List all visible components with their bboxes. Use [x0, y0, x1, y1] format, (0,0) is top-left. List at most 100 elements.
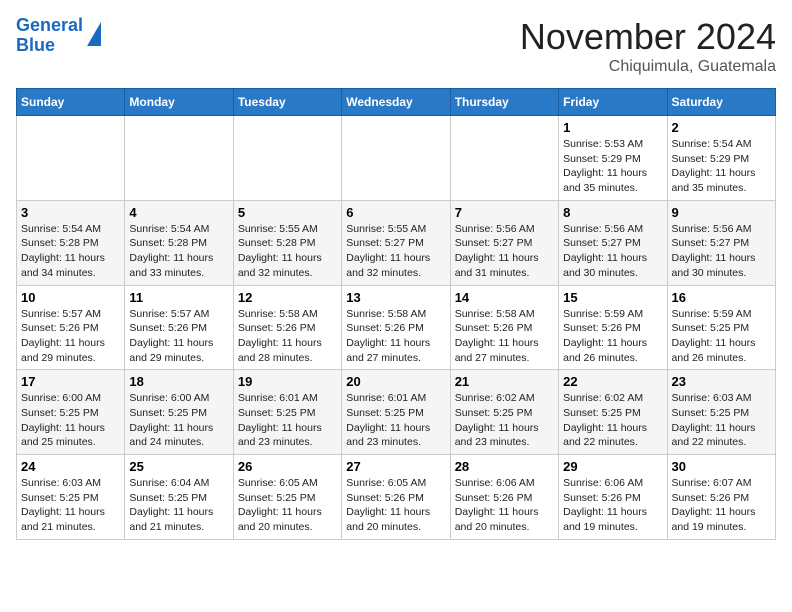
daylight-text: Daylight: 11 hours and 32 minutes. [346, 252, 430, 279]
weekday-header-wednesday: Wednesday [342, 89, 450, 116]
sunset-text: Sunset: 5:28 PM [21, 237, 99, 249]
day-info: Sunrise: 6:02 AM Sunset: 5:25 PM Dayligh… [563, 391, 662, 450]
weekday-header-tuesday: Tuesday [233, 89, 341, 116]
sunrise-text: Sunrise: 6:07 AM [672, 477, 752, 489]
sunrise-text: Sunrise: 6:04 AM [129, 477, 209, 489]
day-number: 16 [672, 290, 771, 305]
sunset-text: Sunset: 5:29 PM [672, 153, 750, 165]
day-number: 17 [21, 374, 120, 389]
calendar-cell: 18 Sunrise: 6:00 AM Sunset: 5:25 PM Dayl… [125, 370, 233, 455]
daylight-text: Daylight: 11 hours and 21 minutes. [129, 506, 213, 533]
day-info: Sunrise: 5:58 AM Sunset: 5:26 PM Dayligh… [346, 307, 445, 366]
calendar-cell: 2 Sunrise: 5:54 AM Sunset: 5:29 PM Dayli… [667, 116, 775, 201]
calendar-cell: 26 Sunrise: 6:05 AM Sunset: 5:25 PM Dayl… [233, 455, 341, 540]
calendar-cell: 12 Sunrise: 5:58 AM Sunset: 5:26 PM Dayl… [233, 285, 341, 370]
calendar-cell: 24 Sunrise: 6:03 AM Sunset: 5:25 PM Dayl… [17, 455, 125, 540]
daylight-text: Daylight: 11 hours and 34 minutes. [21, 252, 105, 279]
weekday-header-saturday: Saturday [667, 89, 775, 116]
sunset-text: Sunset: 5:26 PM [129, 322, 207, 334]
sunrise-text: Sunrise: 6:06 AM [563, 477, 643, 489]
sunset-text: Sunset: 5:28 PM [238, 237, 316, 249]
calendar-cell [450, 116, 558, 201]
day-info: Sunrise: 5:56 AM Sunset: 5:27 PM Dayligh… [672, 222, 771, 281]
daylight-text: Daylight: 11 hours and 23 minutes. [238, 422, 322, 449]
day-number: 14 [455, 290, 554, 305]
sunrise-text: Sunrise: 6:03 AM [21, 477, 101, 489]
calendar-cell [125, 116, 233, 201]
calendar-cell: 30 Sunrise: 6:07 AM Sunset: 5:26 PM Dayl… [667, 455, 775, 540]
sunset-text: Sunset: 5:27 PM [563, 237, 641, 249]
sunset-text: Sunset: 5:26 PM [563, 492, 641, 504]
sunset-text: Sunset: 5:25 PM [672, 407, 750, 419]
calendar-cell: 27 Sunrise: 6:05 AM Sunset: 5:26 PM Dayl… [342, 455, 450, 540]
day-info: Sunrise: 6:00 AM Sunset: 5:25 PM Dayligh… [129, 391, 228, 450]
calendar-cell: 9 Sunrise: 5:56 AM Sunset: 5:27 PM Dayli… [667, 200, 775, 285]
sunset-text: Sunset: 5:25 PM [21, 407, 99, 419]
day-info: Sunrise: 6:05 AM Sunset: 5:25 PM Dayligh… [238, 476, 337, 535]
calendar-cell: 14 Sunrise: 5:58 AM Sunset: 5:26 PM Dayl… [450, 285, 558, 370]
day-number: 18 [129, 374, 228, 389]
day-number: 28 [455, 459, 554, 474]
sunset-text: Sunset: 5:26 PM [346, 492, 424, 504]
day-info: Sunrise: 6:04 AM Sunset: 5:25 PM Dayligh… [129, 476, 228, 535]
calendar-cell: 15 Sunrise: 5:59 AM Sunset: 5:26 PM Dayl… [559, 285, 667, 370]
sunrise-text: Sunrise: 5:54 AM [672, 138, 752, 150]
sunrise-text: Sunrise: 5:58 AM [346, 308, 426, 320]
day-number: 20 [346, 374, 445, 389]
calendar-week-2: 3 Sunrise: 5:54 AM Sunset: 5:28 PM Dayli… [17, 200, 776, 285]
calendar-cell: 7 Sunrise: 5:56 AM Sunset: 5:27 PM Dayli… [450, 200, 558, 285]
daylight-text: Daylight: 11 hours and 30 minutes. [672, 252, 756, 279]
day-info: Sunrise: 6:01 AM Sunset: 5:25 PM Dayligh… [238, 391, 337, 450]
day-number: 6 [346, 205, 445, 220]
calendar-cell: 16 Sunrise: 5:59 AM Sunset: 5:25 PM Dayl… [667, 285, 775, 370]
sunset-text: Sunset: 5:27 PM [672, 237, 750, 249]
day-info: Sunrise: 5:56 AM Sunset: 5:27 PM Dayligh… [563, 222, 662, 281]
daylight-text: Daylight: 11 hours and 20 minutes. [346, 506, 430, 533]
day-info: Sunrise: 5:59 AM Sunset: 5:25 PM Dayligh… [672, 307, 771, 366]
sunset-text: Sunset: 5:26 PM [455, 492, 533, 504]
calendar-cell: 13 Sunrise: 5:58 AM Sunset: 5:26 PM Dayl… [342, 285, 450, 370]
logo-text: General Blue [16, 16, 83, 56]
sunset-text: Sunset: 5:29 PM [563, 153, 641, 165]
sunrise-text: Sunrise: 5:58 AM [238, 308, 318, 320]
day-info: Sunrise: 5:57 AM Sunset: 5:26 PM Dayligh… [21, 307, 120, 366]
daylight-text: Daylight: 11 hours and 24 minutes. [129, 422, 213, 449]
calendar-cell [342, 116, 450, 201]
sunrise-text: Sunrise: 6:00 AM [129, 392, 209, 404]
day-number: 15 [563, 290, 662, 305]
sunrise-text: Sunrise: 6:00 AM [21, 392, 101, 404]
logo-blue: Blue [16, 35, 55, 55]
sunrise-text: Sunrise: 5:56 AM [455, 223, 535, 235]
day-number: 29 [563, 459, 662, 474]
sunrise-text: Sunrise: 6:01 AM [238, 392, 318, 404]
day-info: Sunrise: 6:01 AM Sunset: 5:25 PM Dayligh… [346, 391, 445, 450]
day-number: 13 [346, 290, 445, 305]
sunrise-text: Sunrise: 5:59 AM [672, 308, 752, 320]
location-subtitle: Chiquimula, Guatemala [520, 58, 776, 76]
weekday-header-monday: Monday [125, 89, 233, 116]
weekday-header-friday: Friday [559, 89, 667, 116]
sunset-text: Sunset: 5:26 PM [672, 492, 750, 504]
sunrise-text: Sunrise: 5:55 AM [346, 223, 426, 235]
calendar-table: SundayMondayTuesdayWednesdayThursdayFrid… [16, 88, 776, 540]
sunrise-text: Sunrise: 5:57 AM [21, 308, 101, 320]
logo: General Blue [16, 16, 101, 56]
day-info: Sunrise: 6:06 AM Sunset: 5:26 PM Dayligh… [563, 476, 662, 535]
calendar-week-3: 10 Sunrise: 5:57 AM Sunset: 5:26 PM Dayl… [17, 285, 776, 370]
calendar-cell [17, 116, 125, 201]
sunset-text: Sunset: 5:25 PM [238, 407, 316, 419]
daylight-text: Daylight: 11 hours and 27 minutes. [455, 337, 539, 364]
sunrise-text: Sunrise: 6:02 AM [563, 392, 643, 404]
day-number: 19 [238, 374, 337, 389]
day-info: Sunrise: 5:57 AM Sunset: 5:26 PM Dayligh… [129, 307, 228, 366]
page-header: General Blue November 2024 Chiquimula, G… [16, 16, 776, 76]
day-number: 21 [455, 374, 554, 389]
daylight-text: Daylight: 11 hours and 19 minutes. [672, 506, 756, 533]
title-block: November 2024 Chiquimula, Guatemala [520, 16, 776, 76]
sunrise-text: Sunrise: 6:03 AM [672, 392, 752, 404]
sunrise-text: Sunrise: 5:55 AM [238, 223, 318, 235]
sunrise-text: Sunrise: 5:53 AM [563, 138, 643, 150]
calendar-body: 1 Sunrise: 5:53 AM Sunset: 5:29 PM Dayli… [17, 116, 776, 540]
calendar-cell: 8 Sunrise: 5:56 AM Sunset: 5:27 PM Dayli… [559, 200, 667, 285]
calendar-week-4: 17 Sunrise: 6:00 AM Sunset: 5:25 PM Dayl… [17, 370, 776, 455]
